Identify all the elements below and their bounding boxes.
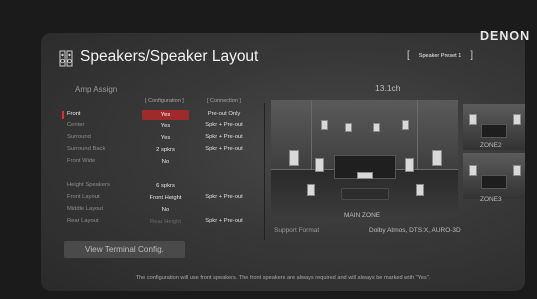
- configuration-value[interactable]: Front Height: [142, 193, 189, 203]
- support-format-value: Dolby Atmos, DTS:X, AURO-3D: [369, 227, 461, 234]
- connection-value: Pre-out Only: [207, 111, 241, 117]
- amp-assign-row[interactable]: Center Yes Spkr + Pre-out: [61, 121, 266, 131]
- configuration-column-header: [ Configuration ]: [145, 98, 184, 104]
- row-label: Surround: [67, 134, 91, 140]
- connection-value: Spkr + Pre-out: [205, 146, 243, 152]
- zone3-label: ZONE3: [480, 196, 502, 203]
- front-speaker: [405, 158, 414, 172]
- height-speaker: [373, 123, 380, 132]
- surround-speaker: [307, 184, 315, 196]
- help-text: The configuration will use front speaker…: [135, 275, 431, 281]
- row-label: Middle Layout: [67, 206, 104, 212]
- amp-assign-row[interactable]: Front Layout Front Height Spkr + Pre-out: [61, 193, 266, 203]
- zone3-room-illustration: [463, 153, 525, 199]
- brand-logo: DENON: [480, 29, 531, 43]
- zone2-speaker: [469, 114, 477, 125]
- connection-value: Spkr + Pre-out: [205, 218, 243, 224]
- connection-value: Spkr + Pre-out: [205, 134, 243, 140]
- amp-assign-row[interactable]: Height Speakers 6 spkrs: [61, 181, 266, 191]
- row-label: Rear Layout: [67, 218, 99, 224]
- row-label: Front Wide: [67, 158, 96, 164]
- surround-speaker: [416, 184, 424, 196]
- connection-value: Spkr + Pre-out: [205, 194, 243, 200]
- amp-assign-label: Amp Assign: [75, 85, 118, 94]
- selection-marker: [62, 111, 64, 119]
- zone3-speaker: [513, 165, 521, 176]
- zone2-speaker: [513, 114, 521, 125]
- amp-assign-row[interactable]: Surround Yes Spkr + Pre-out: [61, 133, 266, 143]
- preset-bracket-right: ]: [470, 50, 474, 61]
- configuration-value[interactable]: Yes: [142, 121, 189, 131]
- configuration-value[interactable]: 6 spkrs: [142, 181, 189, 191]
- configuration-value[interactable]: Rear Height: [142, 217, 189, 227]
- main-zone-label: MAIN ZONE: [344, 212, 381, 219]
- amp-assign-row[interactable]: Front Yes Pre-out Only: [61, 110, 266, 120]
- connection-value: Spkr + Pre-out: [205, 122, 243, 128]
- row-label: Center: [67, 122, 85, 128]
- center-speaker: [357, 172, 373, 179]
- height-speaker: [345, 123, 352, 132]
- preset-bracket-left: [: [407, 50, 410, 61]
- front-speaker: [315, 158, 324, 172]
- amp-assign-row[interactable]: Surround Back 2 spkrs Spkr + Pre-out: [61, 145, 266, 155]
- configuration-value[interactable]: Yes: [142, 110, 189, 120]
- connection-column-header: [ Connection ]: [207, 98, 241, 104]
- front-speaker: [432, 150, 442, 166]
- main-zone-room-illustration: [271, 100, 458, 217]
- height-speaker: [402, 120, 409, 130]
- page-title: Speakers/Speaker Layout: [80, 48, 259, 65]
- row-label: Surround Back: [67, 146, 106, 152]
- view-terminal-config-button[interactable]: View Terminal Config.: [64, 241, 185, 258]
- row-label: Height Speakers: [67, 182, 110, 188]
- room-edge: [311, 100, 312, 170]
- seating: [341, 188, 389, 200]
- zone3-tv: [481, 175, 507, 189]
- row-label: Front: [67, 111, 81, 117]
- amp-assign-row[interactable]: Middle Layout No: [61, 205, 266, 215]
- row-label: Front Layout: [67, 194, 100, 200]
- configuration-value[interactable]: No: [142, 157, 189, 167]
- zone2-label: ZONE2: [480, 142, 502, 149]
- speaker-layout-icon: [59, 50, 73, 67]
- configuration-value[interactable]: No: [142, 205, 189, 215]
- zone3-speaker: [469, 165, 477, 176]
- height-speaker: [321, 120, 328, 130]
- speaker-preset-selector[interactable]: [ Speaker Preset 1 ]: [398, 50, 482, 61]
- front-speaker: [289, 150, 299, 166]
- zone2-tv: [481, 124, 507, 138]
- room-edge: [417, 100, 418, 170]
- configuration-value[interactable]: Yes: [142, 133, 189, 143]
- speaker-preset-label: Speaker Preset 1: [418, 52, 462, 59]
- channel-count: 13.1ch: [375, 83, 401, 93]
- column-divider: [264, 103, 265, 240]
- configuration-value[interactable]: 2 spkrs: [142, 145, 189, 155]
- amp-assign-row[interactable]: Front Wide No: [61, 157, 266, 167]
- support-format-label: Support Format: [274, 227, 320, 234]
- amp-assign-row[interactable]: Rear Layout Rear Height Spkr + Pre-out: [61, 217, 266, 227]
